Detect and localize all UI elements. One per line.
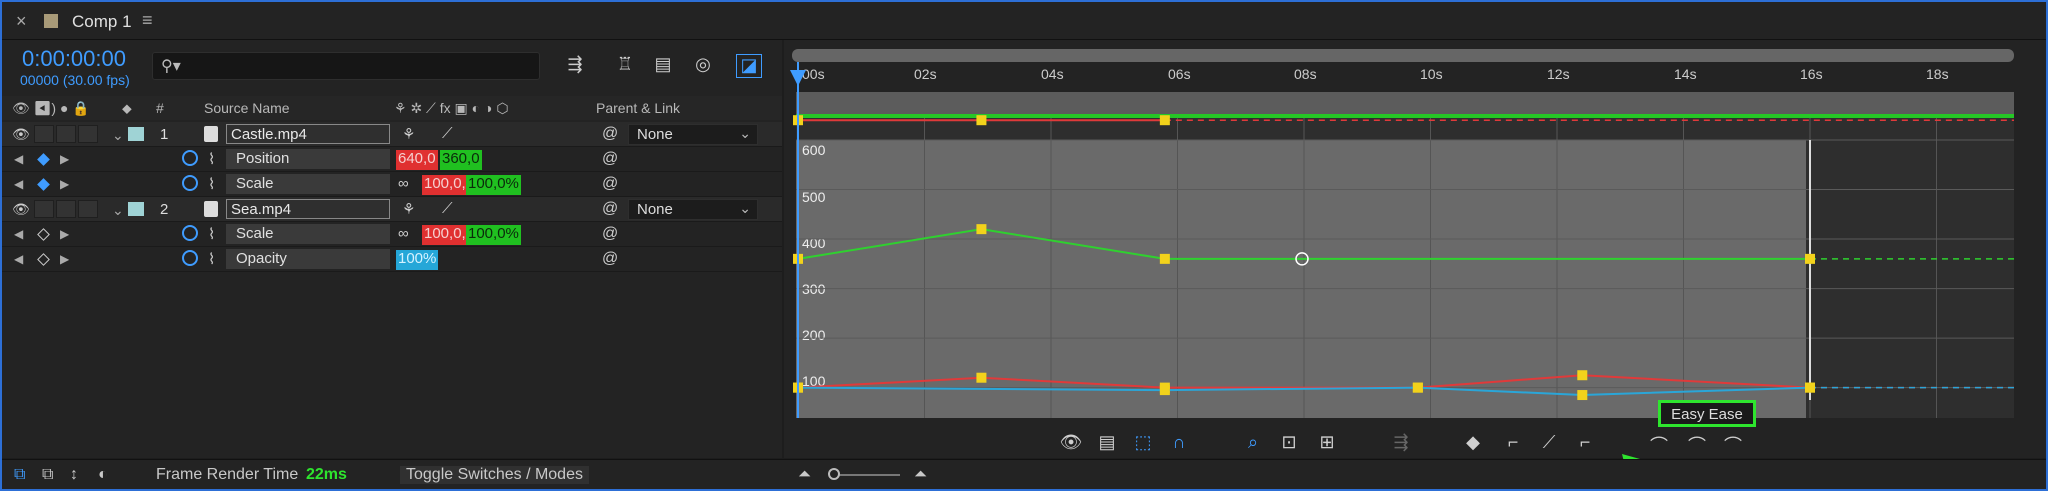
- keyframe-point[interactable]: [1159, 385, 1170, 396]
- easy-ease-out-icon[interactable]: ⌒: [1720, 432, 1746, 458]
- graph-options-icon[interactable]: ▤: [1094, 432, 1120, 458]
- timeline-footer: ⧉ ⧉ ↕ ◐ Frame Render Time 22ms Toggle Sw…: [2, 459, 2046, 489]
- show-properties-icon[interactable]: 👁: [1058, 432, 1084, 458]
- separate-dimensions-icon[interactable]: ⊞: [1314, 432, 1340, 458]
- easy-ease-tooltip: Easy Ease: [1658, 400, 1756, 427]
- hold-keyframe-icon[interactable]: ⌐: [1500, 432, 1526, 458]
- snap-icon[interactable]: ∩: [1166, 432, 1192, 458]
- keyframe-point[interactable]: [1159, 253, 1170, 264]
- keyframe-point[interactable]: [976, 115, 987, 126]
- fit-selection-icon[interactable]: ⌕: [1240, 432, 1266, 458]
- edit-expression-icon[interactable]: ⇶: [1388, 432, 1414, 458]
- fit-all-icon[interactable]: ⊡: [1276, 432, 1302, 458]
- keyframe-point[interactable]: [976, 224, 987, 235]
- in-out-icon[interactable]: ↕: [70, 466, 78, 484]
- linear-keyframe-icon[interactable]: ⟋: [1536, 432, 1562, 458]
- auto-bezier-icon[interactable]: ⌐: [1572, 432, 1598, 458]
- zoom-in-icon[interactable]: ⏶: [914, 466, 927, 484]
- frame-render-label: Frame Render Time: [156, 466, 299, 483]
- zoom-out-icon[interactable]: ⏶: [798, 466, 811, 484]
- frame-render-value: 22ms: [306, 466, 347, 483]
- keyframe-point[interactable]: [1805, 382, 1815, 393]
- layer-switches-icon[interactable]: ⧉: [14, 466, 25, 484]
- keyframe-point[interactable]: [1159, 115, 1170, 126]
- easy-ease-icon[interactable]: ⌒: [1646, 432, 1672, 458]
- keyframe-point[interactable]: [976, 372, 987, 383]
- transfer-controls-icon[interactable]: ⧉: [42, 466, 53, 484]
- keyframe-point[interactable]: [1805, 253, 1815, 264]
- toggle-switches-modes[interactable]: Toggle Switches / Modes: [400, 466, 589, 484]
- keyframe-point[interactable]: [1577, 370, 1588, 381]
- playhead-handle[interactable]: [790, 70, 806, 86]
- transform-box-icon[interactable]: ⬚: [1130, 432, 1156, 458]
- render-time-icon[interactable]: ◐: [98, 466, 108, 484]
- convert-hold-icon[interactable]: ◆: [1460, 432, 1486, 458]
- keyframe-point[interactable]: [1577, 390, 1588, 401]
- easy-ease-in-icon[interactable]: ⌒: [1684, 432, 1710, 458]
- zoom-slider-thumb[interactable]: [828, 468, 840, 480]
- keyframe-point[interactable]: [1412, 382, 1423, 393]
- zoom-slider-track[interactable]: [830, 474, 900, 476]
